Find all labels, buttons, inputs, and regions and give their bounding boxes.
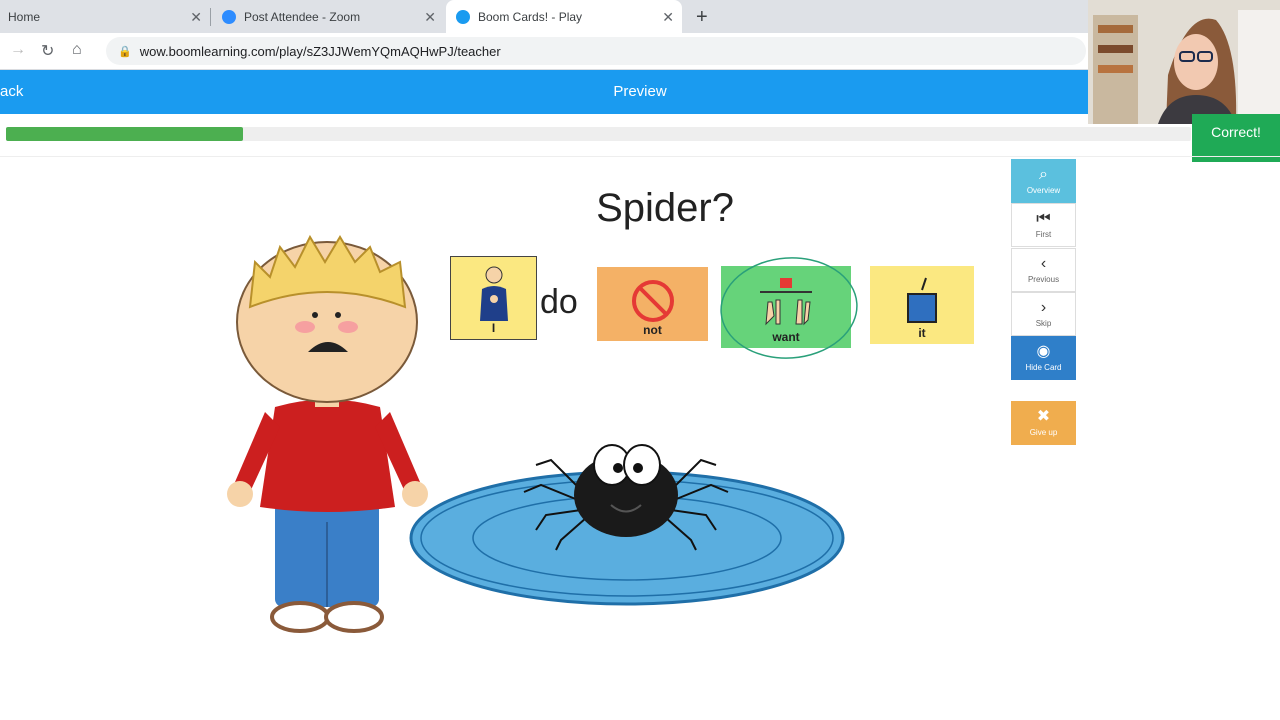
tab-boom-cards[interactable]: Boom Cards! - Play ✕ xyxy=(446,0,682,33)
webcam-overlay xyxy=(1088,0,1280,124)
word-do: do xyxy=(540,283,578,321)
eye-icon: ◉ xyxy=(1036,343,1051,360)
hide-card-button[interactable]: ◉ Hide Card xyxy=(1011,336,1076,380)
tab-home[interactable]: Home ✕ xyxy=(0,0,211,33)
overview-label: Overview xyxy=(1026,186,1061,195)
person-signing-icon xyxy=(479,266,508,321)
symbol-label: it xyxy=(918,326,926,340)
card-question: Spider? xyxy=(596,186,734,230)
give-up-button[interactable]: ✖ Give up xyxy=(1011,401,1076,445)
previous-button[interactable]: ‹ Previous xyxy=(1011,248,1076,292)
lock-icon: 🔒 xyxy=(118,45,132,58)
skip-label: Skip xyxy=(1035,319,1052,328)
symbol-label: not xyxy=(643,323,662,337)
progress-bar-fill xyxy=(6,127,243,141)
overview-button[interactable]: ⌕ Overview xyxy=(1011,159,1076,203)
symbol-card-it[interactable]: it xyxy=(870,266,974,344)
previous-label: Previous xyxy=(1027,275,1060,284)
new-tab-icon[interactable]: + xyxy=(696,6,708,29)
symbol-card-not[interactable]: not xyxy=(597,267,708,341)
correct-badge: Correct! xyxy=(1192,114,1280,162)
tab-label: Home xyxy=(8,9,41,24)
tab-zoom[interactable]: Post Attendee - Zoom ✕ xyxy=(212,0,444,33)
home-icon[interactable]: ⌂ xyxy=(72,41,82,59)
webcam-person-image xyxy=(1088,0,1280,124)
app-header: ack Preview xyxy=(0,70,1090,114)
selection-circle-icon xyxy=(720,257,858,359)
hide-card-label: Hide Card xyxy=(1025,363,1062,372)
chevron-left-icon: ‹ xyxy=(1040,255,1047,272)
tab-label: Post Attendee - Zoom xyxy=(244,9,361,24)
spider-pond-image xyxy=(409,444,845,606)
search-icon: ⌕ xyxy=(1039,166,1048,183)
sad-boy-image xyxy=(227,234,428,633)
tab-separator xyxy=(210,8,211,26)
boom-icon xyxy=(456,9,470,24)
first-button[interactable]: ⏮ First xyxy=(1011,203,1076,247)
progress-bar xyxy=(6,127,1191,141)
symbol-label: I xyxy=(491,321,496,335)
close-icon[interactable]: ✕ xyxy=(424,9,436,26)
chevron-right-icon: › xyxy=(1040,299,1047,316)
give-up-label: Give up xyxy=(1029,428,1058,437)
forward-icon[interactable]: → xyxy=(10,41,26,59)
close-icon[interactable]: ✕ xyxy=(662,9,674,26)
url-field[interactable]: 🔒 wow.boomlearning.com/play/sZ3JJWemYQmA… xyxy=(106,37,1086,65)
symbol-card-i[interactable]: I xyxy=(450,256,537,340)
skip-to-start-icon: ⏮ xyxy=(1036,210,1051,227)
url-text: wow.boomlearning.com/play/sZ3JJWemYQmAQH… xyxy=(139,43,501,59)
first-label: First xyxy=(1035,230,1052,239)
reload-icon[interactable]: ↻ xyxy=(41,41,54,61)
close-icon: ✖ xyxy=(1036,408,1051,425)
tab-label: Boom Cards! - Play xyxy=(478,9,583,24)
close-icon[interactable]: ✕ xyxy=(190,9,202,26)
prohibited-icon xyxy=(631,280,674,322)
header-divider xyxy=(0,156,1280,157)
pointing-box-icon xyxy=(907,277,937,323)
skip-button[interactable]: › Skip xyxy=(1011,292,1076,336)
zoom-icon xyxy=(222,9,236,24)
